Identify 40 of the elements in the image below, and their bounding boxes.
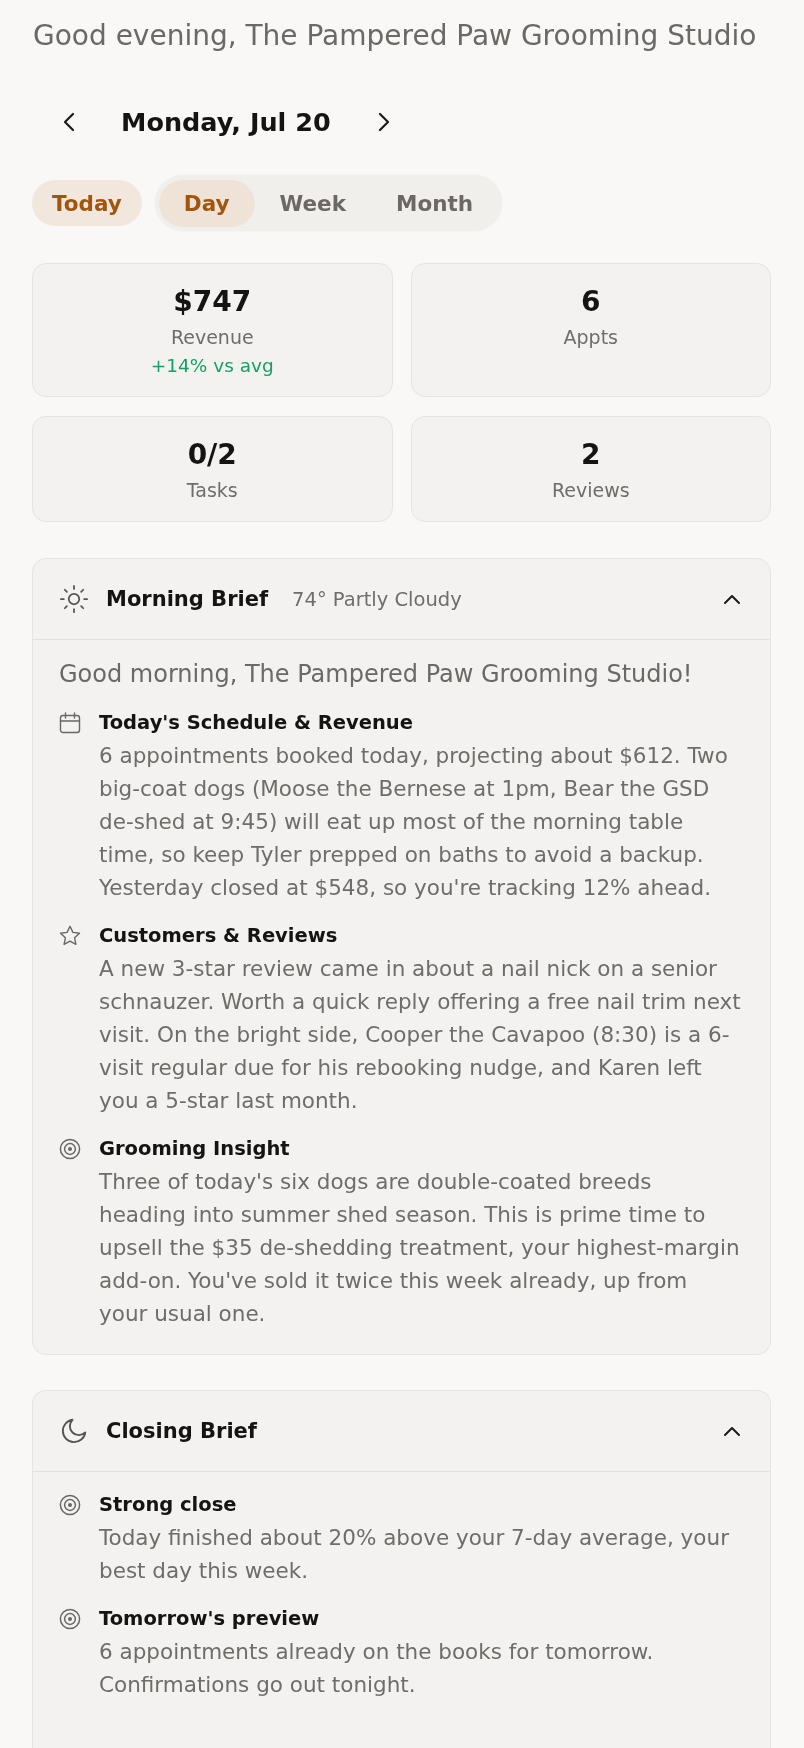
stat-value: 6: [581, 284, 601, 320]
section-title: Tomorrow's preview: [99, 1606, 321, 1632]
view-tab[interactable]: Month: [371, 179, 499, 227]
stat-value: 2: [581, 437, 601, 473]
date-title: Monday, Jul 20: [121, 106, 331, 139]
stat-label: Tasks: [186, 478, 238, 503]
brief-title: Morning Brief: [106, 587, 269, 611]
view-tab[interactable]: Week: [254, 179, 371, 227]
stat-value: 0/2: [187, 437, 237, 473]
target-icon: [59, 1494, 81, 1516]
section-title: Grooming Insight: [99, 1136, 291, 1162]
stat-value: $747: [173, 284, 252, 320]
chevron-left-icon: [63, 112, 75, 132]
section-title: Customers & Reviews: [99, 923, 339, 949]
chevron-up-icon: [723, 593, 741, 605]
section-text: A new 3-star review came in about a nail nick on a senior schnauzer. Worth a quick reply offering a free nail trim next visit. On the bright side, Cooper the Cavapoo (8:30) is a 6-visit regular due for his rebooking nudge, and Karen left you a 5-star last month.: [99, 955, 742, 1115]
stat-change: +14% vs avg: [150, 354, 274, 378]
target-icon: [59, 1608, 81, 1630]
star-icon: [59, 925, 81, 947]
calendar-icon: [59, 712, 81, 734]
section-title: Strong close: [99, 1492, 238, 1518]
sun-icon: [59, 584, 89, 614]
view-tab[interactable]: Day: [158, 179, 255, 227]
greeting-text: Good evening, The Pampered Paw Grooming Studio: [33, 18, 758, 54]
moon-icon: [59, 1416, 89, 1446]
brief-title: Closing Brief: [106, 1419, 257, 1443]
stat-label: Appts: [563, 325, 618, 350]
section-text: Today finished about 20% above your 7-day average, your best day this week.: [99, 1524, 730, 1585]
section-title: Today's Schedule & Revenue: [99, 710, 414, 736]
section-text: 6 appointments already on the books for tomorrow. Confirmations go out tonight.: [99, 1638, 655, 1699]
today-button[interactable]: Today: [32, 180, 142, 226]
target-icon: [59, 1138, 81, 1160]
section-text: Three of today's six dogs are double-coated breeds heading into summer shed season. This is prime time to upsell the $35 de-shedding treatment, your highest-margin add-on. You've sold it twice this week already, up from your usual one.: [99, 1168, 741, 1328]
chevron-up-icon: [723, 1425, 741, 1437]
stat-label: Reviews: [551, 478, 630, 503]
chevron-right-icon: [377, 112, 390, 132]
weather-text: 74° Partly Cloudy: [292, 587, 462, 611]
stat-label: Revenue: [170, 325, 254, 350]
brief-greeting: Good morning, The Pampered Paw Grooming Studio!: [59, 659, 694, 690]
section-text: 6 appointments booked today, projecting about $612. Two big-coat dogs (Moose the Bernese at 1pm, Bear the GSD de-shed at 9:45) will eat up most of the morning table time, so keep Tyler prepped on baths to avoid a backup. Yesterday closed at $548, so you're tracking 12% ahead.: [99, 742, 729, 902]
